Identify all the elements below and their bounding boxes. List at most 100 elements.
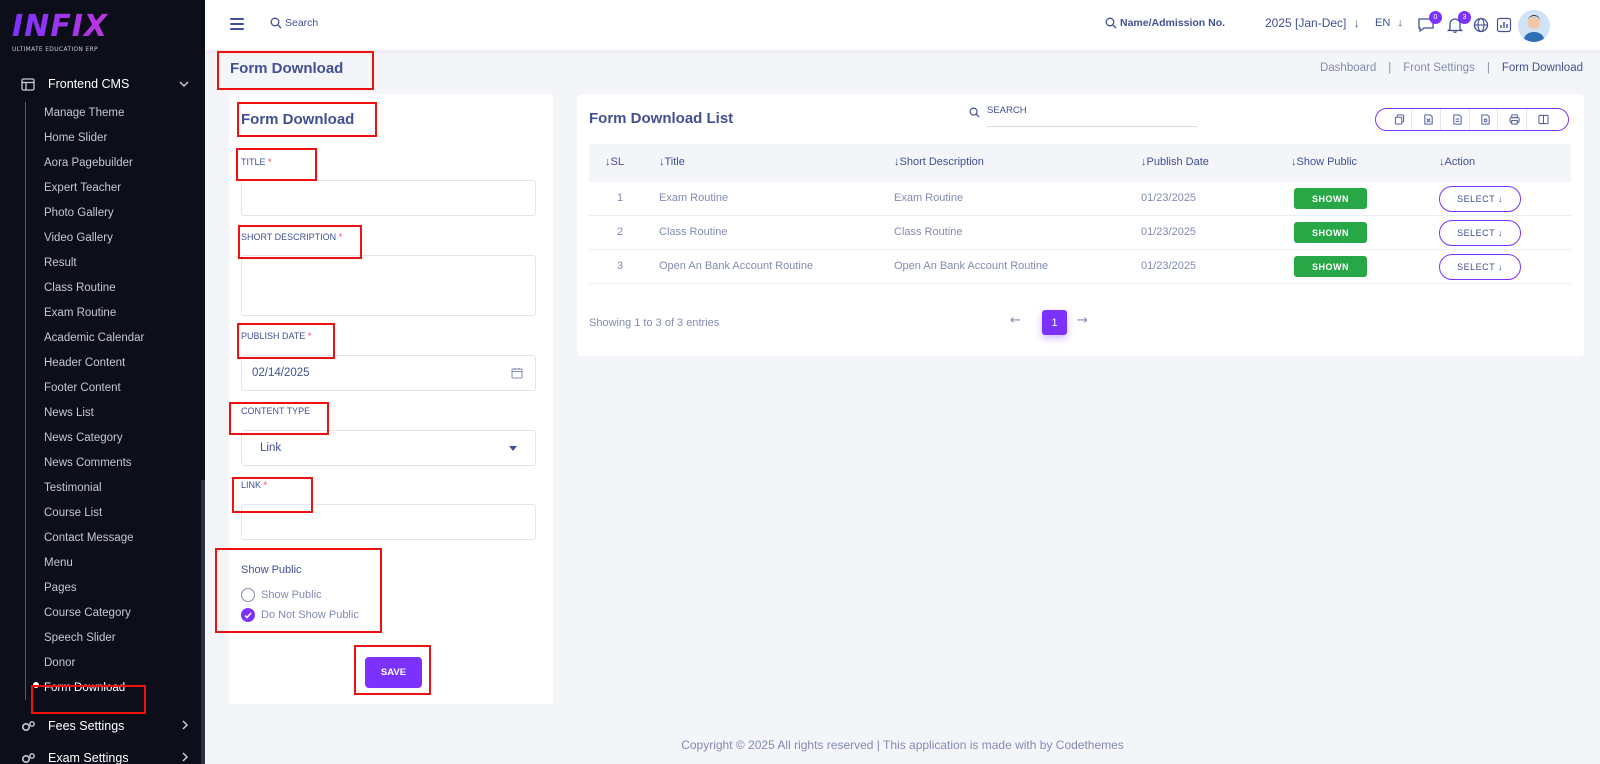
csv-button[interactable] — [1446, 109, 1470, 130]
sidebar-group-label: Frontend CMS — [48, 77, 130, 91]
column-sl[interactable]: ↓SL — [605, 156, 624, 168]
pdf-button[interactable] — [1474, 109, 1499, 130]
chevron-right-icon — [182, 719, 189, 733]
sidebar-item-expert-teacher[interactable]: Expert Teacher — [44, 178, 121, 198]
messages-button[interactable]: 0 — [1417, 11, 1442, 34]
cell-sl: 2 — [617, 226, 624, 238]
cell-short-description: Open An Bank Account Routine — [894, 260, 1049, 272]
cell-title: Class Routine — [659, 226, 728, 238]
sidebar: INFIX ULTIMATE EDUCATION ERP Frontend CM… — [0, 0, 205, 764]
arrow-down-icon: ↓ — [1397, 17, 1403, 29]
copy-button[interactable] — [1388, 109, 1413, 130]
sidebar-scrollbar[interactable] — [201, 480, 205, 764]
link-input[interactable] — [241, 504, 536, 540]
print-button[interactable] — [1503, 109, 1527, 130]
sidebar-item-news-comments[interactable]: News Comments — [44, 453, 132, 473]
columns-button[interactable] — [1532, 109, 1556, 130]
sidebar-item-exam-routine[interactable]: Exam Routine — [44, 303, 116, 323]
sidebar-item-course-list[interactable]: Course List — [44, 503, 102, 523]
save-button[interactable]: SAVE — [365, 657, 422, 688]
required-mark: * — [263, 480, 268, 490]
required-mark: * — [268, 157, 272, 167]
select-action-button[interactable]: SELECT ↓ — [1439, 220, 1521, 246]
sidebar-group-frontend-cms[interactable]: Frontend CMS — [0, 70, 205, 98]
cell-title: Open An Bank Account Routine — [659, 260, 814, 272]
academic-year-selector[interactable]: 2025 [Jan-Dec] ↓ — [1265, 16, 1360, 30]
column-publish-date[interactable]: ↓Publish Date — [1141, 156, 1209, 168]
footer: Copyright © 2025 All rights reserved | T… — [681, 738, 1124, 752]
gears-icon — [20, 751, 36, 764]
list-search-input[interactable] — [987, 105, 1197, 127]
content-type-select[interactable]: Link — [241, 430, 536, 466]
column-short-description[interactable]: ↓Short Description — [894, 156, 984, 168]
short-description-textarea[interactable] — [241, 255, 536, 316]
radio-show-public-label: Show Public — [261, 589, 322, 601]
radio-show-public[interactable]: Show Public — [241, 588, 322, 602]
sidebar-item-testimonial[interactable]: Testimonial — [44, 478, 102, 498]
column-label: Publish Date — [1146, 156, 1209, 168]
select-action-button[interactable]: SELECT ↓ — [1439, 186, 1521, 212]
title-input[interactable] — [241, 180, 536, 216]
language-value: EN — [1375, 17, 1391, 29]
short-description-label-text: SHORT DESCRIPTION — [241, 232, 337, 242]
status-badge: SHOWN — [1294, 256, 1367, 277]
header-search-input[interactable] — [285, 17, 435, 29]
sidebar-item-form-download[interactable]: Form Download — [44, 678, 125, 698]
chart-icon — [1496, 17, 1512, 33]
sidebar-item-pages[interactable]: Pages — [44, 578, 77, 598]
sidebar-item-academic-calendar[interactable]: Academic Calendar — [44, 328, 144, 348]
user-avatar[interactable] — [1518, 10, 1550, 42]
sidebar-item-header-content[interactable]: Header Content — [44, 353, 125, 373]
content-type-label: CONTENT TYPE — [241, 406, 311, 416]
pagination-prev-icon[interactable]: ← — [1010, 313, 1021, 328]
content-type-value: Link — [260, 442, 282, 454]
radio-unchecked-icon[interactable] — [241, 588, 255, 602]
notifications-button[interactable]: 3 — [1446, 11, 1471, 34]
pagination-page-current[interactable]: 1 — [1042, 310, 1067, 335]
column-action[interactable]: ↓Action — [1439, 156, 1475, 168]
sidebar-item-footer-content[interactable]: Footer Content — [44, 378, 121, 398]
sidebar-item-news-category[interactable]: News Category — [44, 428, 123, 448]
sidebar-item-speech-slider[interactable]: Speech Slider — [44, 628, 116, 648]
table-row: 2 Class Routine Class Routine 01/23/2025… — [589, 216, 1571, 250]
sidebar-item-donor[interactable]: Donor — [44, 653, 75, 673]
publish-date-input[interactable]: 02/14/2025 — [241, 355, 536, 391]
select-action-button[interactable]: SELECT ↓ — [1439, 254, 1521, 280]
calendar-icon[interactable] — [511, 367, 523, 379]
radio-do-not-show-public[interactable]: Do Not Show Public — [241, 608, 359, 622]
pagination-next-icon[interactable]: → — [1077, 313, 1088, 328]
sidebar-item-class-routine[interactable]: Class Routine — [44, 278, 116, 298]
radio-checked-icon[interactable] — [241, 608, 255, 622]
link-label: LINK * — [241, 480, 267, 490]
breadcrumb-front-settings[interactable]: Front Settings — [1403, 62, 1475, 74]
language-selector[interactable]: EN ↓ — [1375, 17, 1403, 29]
cell-sl: 3 — [617, 260, 624, 272]
column-show-public[interactable]: ↓Show Public — [1291, 156, 1357, 168]
submenu-guide-line — [25, 102, 26, 700]
sidebar-item-course-category[interactable]: Course Category — [44, 603, 131, 623]
messages-badge: 0 — [1429, 11, 1442, 24]
sidebar-item-video-gallery[interactable]: Video Gallery — [44, 228, 113, 248]
sidebar-item-aora-pagebuilder[interactable]: Aora Pagebuilder — [44, 153, 133, 173]
sidebar-group-exam-settings[interactable]: Exam Settings — [0, 744, 205, 764]
website-button[interactable] — [1472, 16, 1490, 34]
sidebar-item-news-list[interactable]: News List — [44, 403, 94, 423]
sidebar-item-result[interactable]: Result — [44, 253, 77, 273]
logo[interactable]: INFIX ULTIMATE EDUCATION ERP — [12, 10, 122, 58]
required-mark: * — [338, 232, 343, 242]
sidebar-group-fees-settings[interactable]: Fees Settings — [0, 712, 205, 740]
sidebar-item-manage-theme[interactable]: Manage Theme — [44, 103, 124, 123]
breadcrumb-dashboard[interactable]: Dashboard — [1320, 62, 1376, 74]
sidebar-item-home-slider[interactable]: Home Slider — [44, 128, 107, 148]
layout-icon — [20, 77, 36, 91]
analytics-button[interactable] — [1495, 16, 1513, 34]
column-title[interactable]: ↓Title — [659, 156, 685, 168]
table-row: 3 Open An Bank Account Routine Open An B… — [589, 250, 1571, 284]
sidebar-item-menu[interactable]: Menu — [44, 553, 73, 573]
admission-search-input[interactable] — [1120, 17, 1260, 29]
hamburger-menu-icon[interactable] — [230, 18, 244, 30]
sidebar-item-contact-message[interactable]: Contact Message — [44, 528, 134, 548]
excel-button[interactable] — [1417, 109, 1441, 130]
sidebar-item-photo-gallery[interactable]: Photo Gallery — [44, 203, 114, 223]
excel-icon — [1424, 114, 1433, 125]
